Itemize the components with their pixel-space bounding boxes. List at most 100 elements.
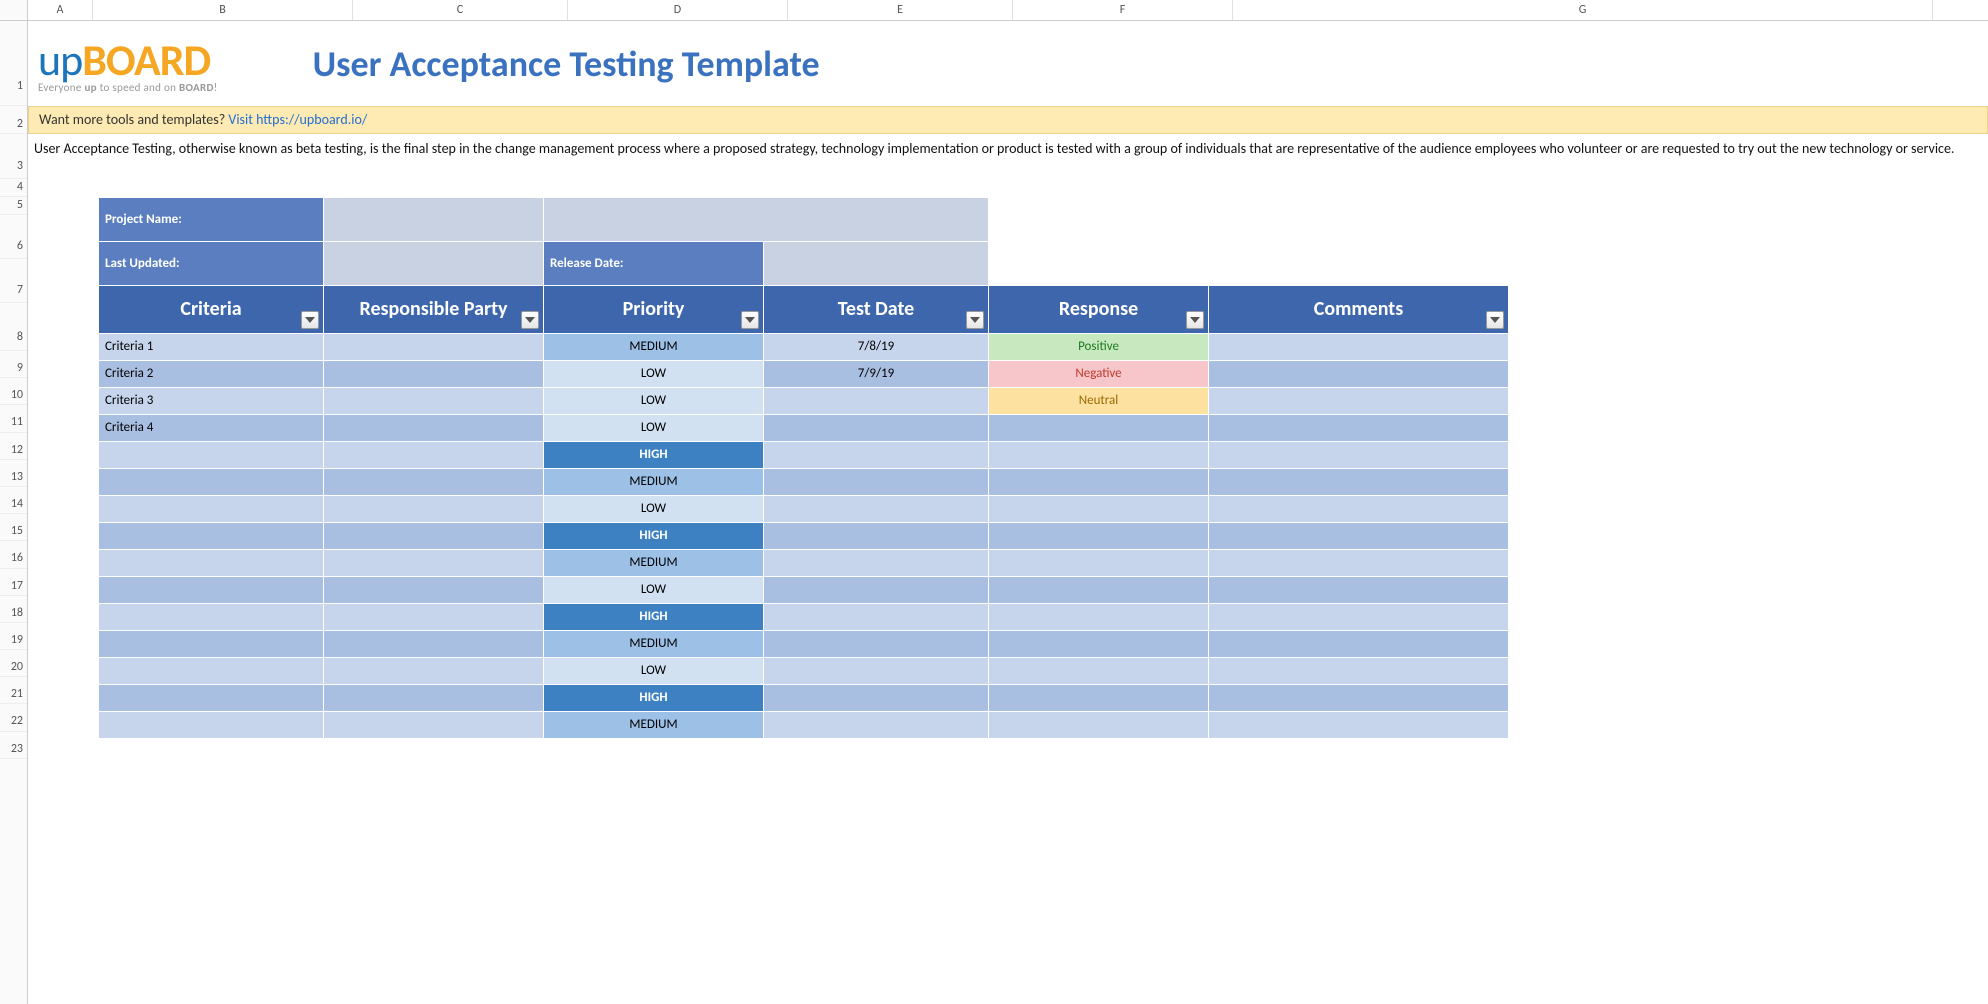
comments-cell[interactable] [1209,360,1509,387]
project-name-cell[interactable] [324,197,544,241]
row-header-15[interactable]: 15 [0,514,27,541]
test-date-cell[interactable] [764,441,989,468]
row-header-1[interactable]: 1 [0,21,27,106]
row-header-7[interactable]: 7 [0,259,27,303]
row-header-19[interactable]: 19 [0,623,27,650]
priority-cell[interactable]: HIGH [544,522,764,549]
responsible-cell[interactable] [324,603,544,630]
priority-cell[interactable]: LOW [544,387,764,414]
row-header-5[interactable]: 5 [0,197,27,215]
criteria-cell[interactable] [99,657,324,684]
response-cell[interactable] [989,414,1209,441]
criteria-cell[interactable] [99,576,324,603]
row-header-10[interactable]: 10 [0,378,27,405]
row-header-6[interactable]: 6 [0,215,27,259]
response-cell[interactable] [989,630,1209,657]
response-cell[interactable]: Negative [989,360,1209,387]
test-date-cell[interactable] [764,657,989,684]
comments-cell[interactable] [1209,495,1509,522]
criteria-cell[interactable]: Criteria 3 [99,387,324,414]
test-date-cell[interactable] [764,711,989,738]
criteria-cell[interactable]: Criteria 1 [99,333,324,360]
comments-cell[interactable] [1209,468,1509,495]
responsible-cell[interactable] [324,495,544,522]
test-date-cell[interactable] [764,468,989,495]
response-cell[interactable] [989,603,1209,630]
col-header-D[interactable]: D [568,0,788,20]
test-date-cell[interactable]: 7/8/19 [764,333,989,360]
priority-cell[interactable]: HIGH [544,603,764,630]
response-cell[interactable] [989,684,1209,711]
test-date-cell[interactable] [764,576,989,603]
priority-cell[interactable]: LOW [544,414,764,441]
priority-cell[interactable]: LOW [544,657,764,684]
row-header-12[interactable]: 12 [0,433,27,460]
response-cell[interactable] [989,522,1209,549]
comments-cell[interactable] [1209,657,1509,684]
col-header-G[interactable]: G [1233,0,1933,20]
priority-cell[interactable]: MEDIUM [544,630,764,657]
col-header-C[interactable]: C [353,0,568,20]
col-header-F[interactable]: F [1013,0,1233,20]
filter-dropdown-icon[interactable] [1186,311,1204,329]
comments-cell[interactable] [1209,522,1509,549]
row-header-23[interactable]: 23 [0,732,27,759]
criteria-cell[interactable] [99,630,324,657]
comments-cell[interactable] [1209,441,1509,468]
test-date-cell[interactable] [764,522,989,549]
select-all-corner[interactable] [0,0,28,20]
comments-cell[interactable] [1209,387,1509,414]
row-header-20[interactable]: 20 [0,650,27,677]
comments-cell[interactable] [1209,603,1509,630]
responsible-cell[interactable] [324,630,544,657]
criteria-cell[interactable] [99,549,324,576]
filter-dropdown-icon[interactable] [966,311,984,329]
test-date-cell[interactable] [764,549,989,576]
criteria-cell[interactable] [99,711,324,738]
priority-cell[interactable]: LOW [544,360,764,387]
response-cell[interactable] [989,657,1209,684]
criteria-cell[interactable] [99,495,324,522]
priority-cell[interactable]: HIGH [544,441,764,468]
responsible-cell[interactable] [324,333,544,360]
comments-cell[interactable] [1209,549,1509,576]
row-header-16[interactable]: 16 [0,541,27,568]
responsible-cell[interactable] [324,657,544,684]
response-cell[interactable] [989,711,1209,738]
banner-link[interactable]: Visit https://upboard.io/ [228,111,367,128]
blank-cell[interactable] [544,197,989,241]
criteria-cell[interactable] [99,441,324,468]
row-header-11[interactable]: 11 [0,405,27,432]
responsible-cell[interactable] [324,684,544,711]
col-comments[interactable]: Comments [1209,285,1509,333]
col-header-A[interactable]: A [28,0,93,20]
row-header-3[interactable]: 3 [0,134,27,179]
responsible-cell[interactable] [324,711,544,738]
test-date-cell[interactable] [764,495,989,522]
col-response[interactable]: Response [989,285,1209,333]
comments-cell[interactable] [1209,711,1509,738]
last-updated-cell[interactable] [324,241,544,285]
criteria-cell[interactable]: Criteria 2 [99,360,324,387]
col-criteria[interactable]: Criteria [99,285,324,333]
col-responsible-party[interactable]: Responsible Party [324,285,544,333]
test-date-cell[interactable] [764,387,989,414]
responsible-cell[interactable] [324,549,544,576]
row-header-17[interactable]: 17 [0,569,27,596]
response-cell[interactable]: Neutral [989,387,1209,414]
response-cell[interactable] [989,576,1209,603]
row-header-18[interactable]: 18 [0,596,27,623]
test-date-cell[interactable]: 7/9/19 [764,360,989,387]
responsible-cell[interactable] [324,387,544,414]
responsible-cell[interactable] [324,414,544,441]
row-header-8[interactable]: 8 [0,303,27,351]
filter-dropdown-icon[interactable] [741,311,759,329]
priority-cell[interactable]: MEDIUM [544,333,764,360]
priority-cell[interactable]: LOW [544,576,764,603]
comments-cell[interactable] [1209,684,1509,711]
priority-cell[interactable]: LOW [544,495,764,522]
row-header-22[interactable]: 22 [0,704,27,731]
row-header-9[interactable]: 9 [0,351,27,378]
release-date-cell[interactable] [764,241,989,285]
col-header-E[interactable]: E [788,0,1013,20]
